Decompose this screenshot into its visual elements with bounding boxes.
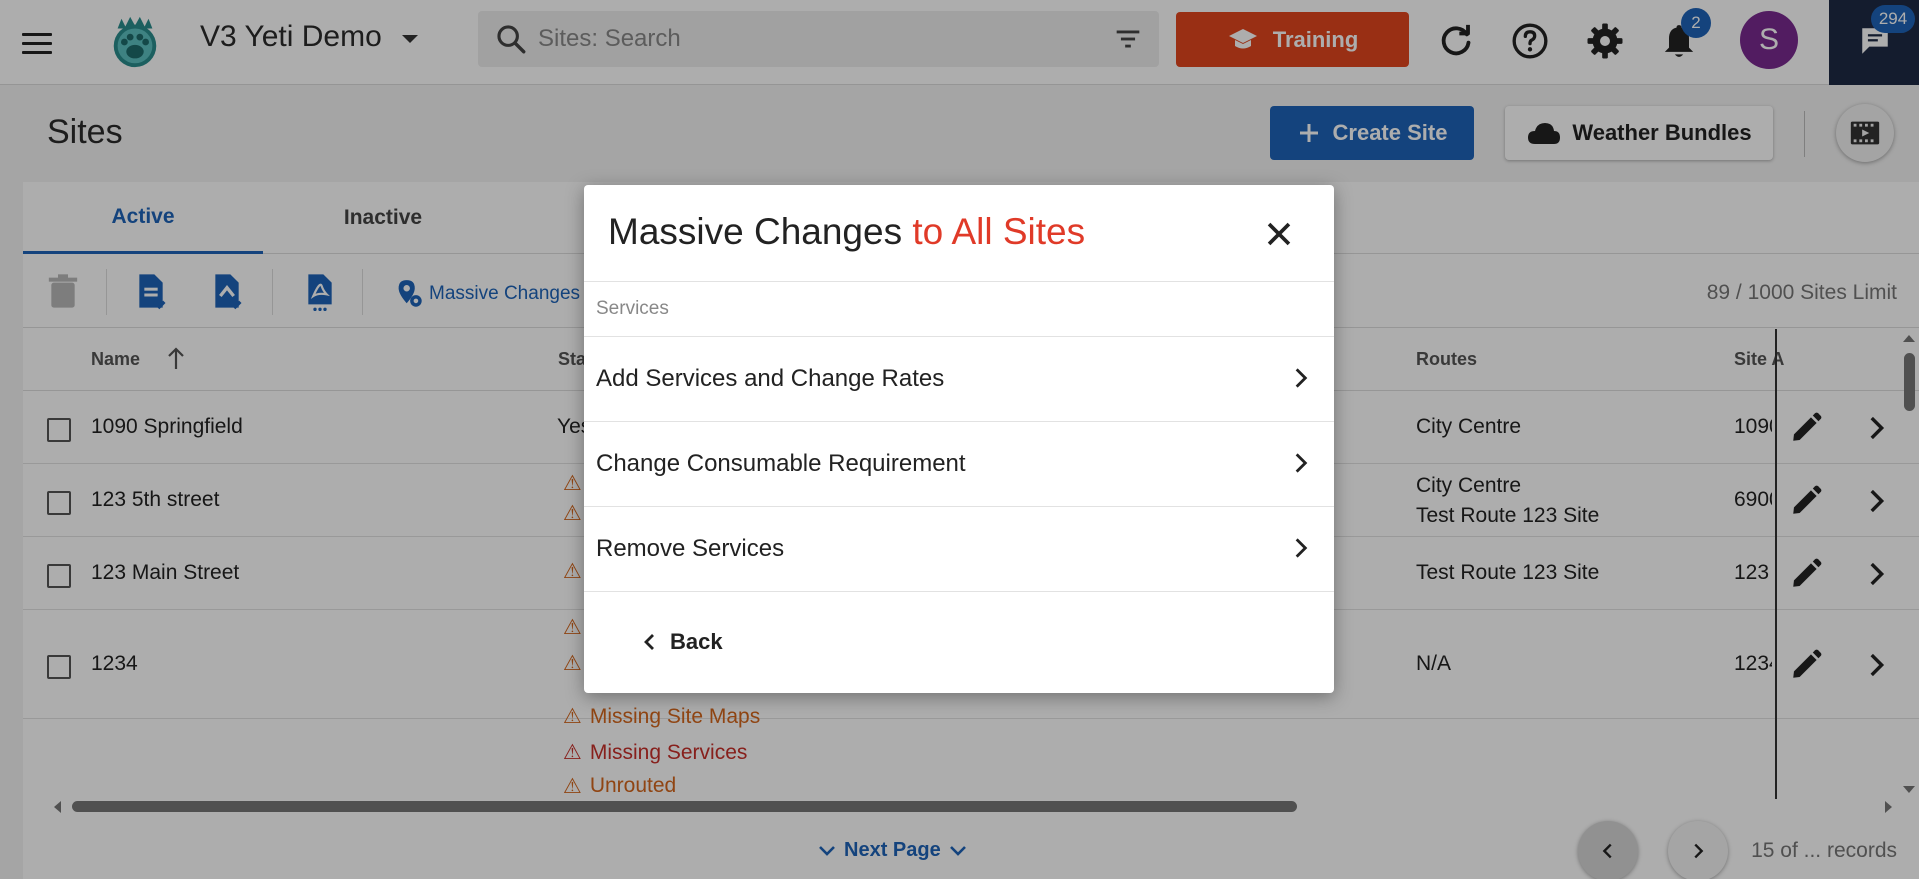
section-label: Services (596, 298, 669, 319)
chevron-left-icon (644, 634, 654, 650)
back-button[interactable]: Back (640, 629, 723, 655)
massive-changes-modal: Massive Changes to All Sites Services Ad… (584, 185, 1334, 693)
option-label: Change Consumable Requirement (596, 450, 966, 477)
chevron-right-icon (1295, 453, 1308, 473)
option-change-consumable[interactable]: Change Consumable Requirement (584, 422, 1334, 506)
back-label: Back (670, 629, 723, 654)
modal-divider (584, 591, 1334, 592)
option-add-services[interactable]: Add Services and Change Rates (584, 337, 1334, 421)
chevron-right-icon (1295, 538, 1308, 558)
modal-title: Massive Changes to All Sites (608, 211, 1085, 253)
close-icon[interactable] (1262, 217, 1296, 251)
option-label: Remove Services (596, 535, 785, 562)
modal-title-accent: to All Sites (912, 211, 1086, 252)
modal-divider (584, 281, 1334, 282)
option-remove-services[interactable]: Remove Services (584, 507, 1334, 591)
chevron-right-icon (1295, 368, 1308, 388)
option-label: Add Services and Change Rates (596, 365, 945, 392)
modal-title-main: Massive Changes (608, 211, 903, 252)
